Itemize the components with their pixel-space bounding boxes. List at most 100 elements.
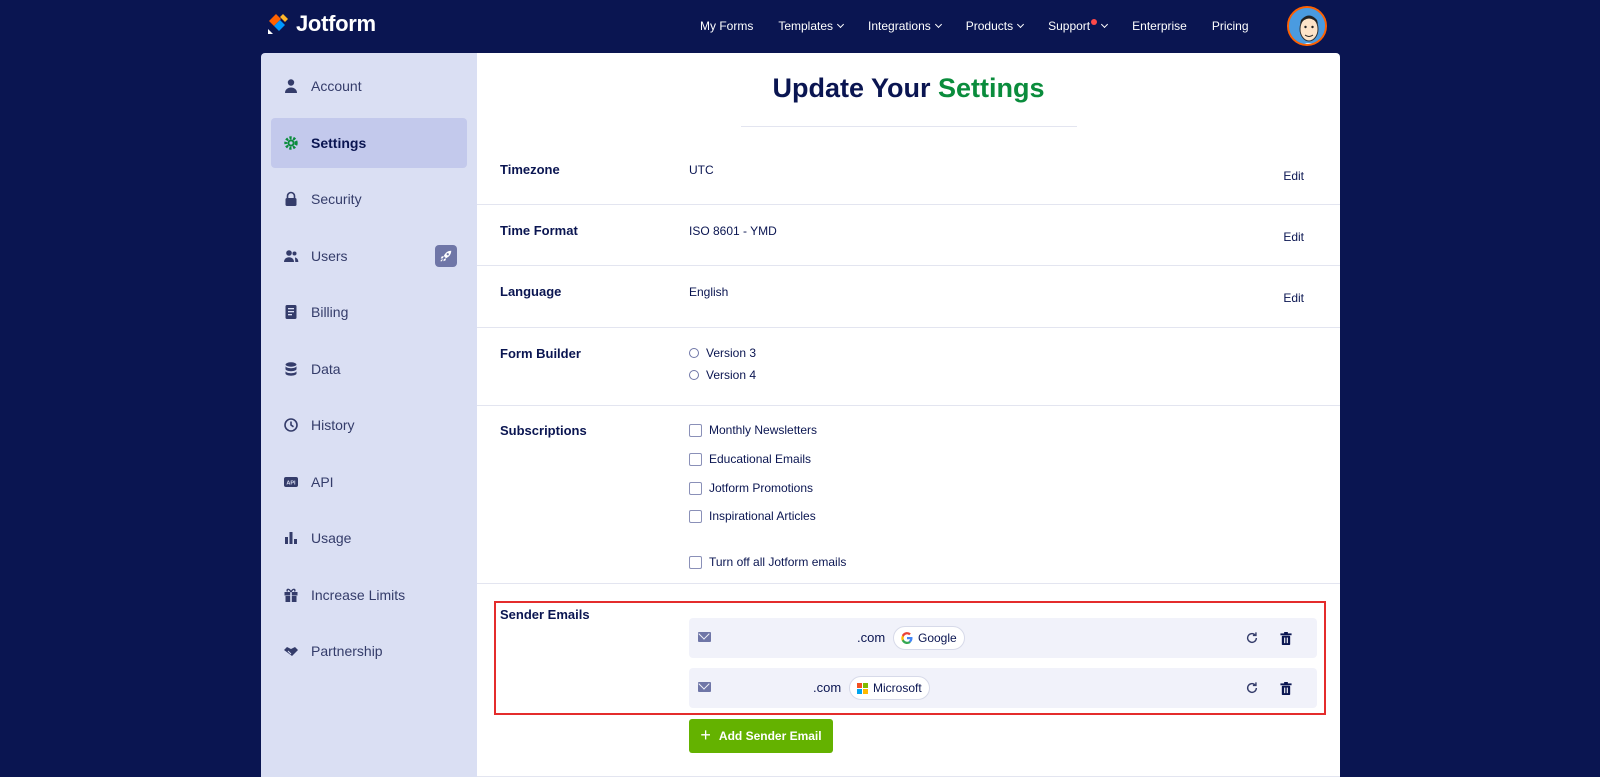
radio-button[interactable] <box>689 370 699 380</box>
nav-label: Pricing <box>1211 19 1249 33</box>
sidebar-item-account[interactable]: Account <box>271 61 467 111</box>
checkbox[interactable] <box>689 423 702 437</box>
form-builder-label: Form Builder <box>500 346 581 361</box>
lock-icon <box>283 191 299 207</box>
form-builder-option-v4[interactable]: Version 4 <box>689 368 756 382</box>
language-label: Language <box>500 284 562 299</box>
chevron-down-icon <box>1101 20 1109 29</box>
svg-text:API: API <box>286 480 296 486</box>
language-row: Language English Edit <box>477 266 1340 328</box>
nav-label: My Forms <box>700 19 754 33</box>
nav-support[interactable]: Support <box>1048 19 1109 33</box>
sidebar-item-api[interactable]: API API <box>271 457 467 507</box>
sidebar-item-label: Security <box>311 191 362 207</box>
sender-email-address: .com <box>857 630 886 645</box>
provider-badge-google: Google <box>893 626 965 650</box>
add-sender-email-label: Add Sender Email <box>718 729 822 743</box>
history-icon <box>283 417 299 433</box>
nav-label: Products <box>965 19 1014 33</box>
nav-products[interactable]: Products <box>965 19 1025 33</box>
subscription-monthly-newsletters[interactable]: Monthly Newsletters <box>689 423 817 437</box>
sender-email-item-google: .com Google <box>689 618 1317 658</box>
provider-badge-microsoft: Microsoft <box>849 676 930 700</box>
sender-email-item-microsoft: .com Microsoft <box>689 668 1317 708</box>
sidebar-item-users[interactable]: Users <box>271 231 467 281</box>
main-nav: My Forms Templates Integrations Products Sup… <box>700 0 1274 52</box>
bar-chart-icon <box>283 530 299 546</box>
sidebar-item-billing[interactable]: Billing <box>271 287 467 337</box>
top-navigation: Jotform My Forms Templates Integrations Pro… <box>0 0 1600 52</box>
rocket-icon[interactable] <box>435 244 457 267</box>
database-icon <box>283 361 299 377</box>
trash-icon[interactable] <box>1277 629 1295 647</box>
trash-icon[interactable] <box>1277 679 1295 697</box>
sidebar-item-partnership[interactable]: Partnership <box>271 626 467 676</box>
checkbox[interactable] <box>689 509 702 523</box>
handshake-icon <box>283 643 299 659</box>
sidebar-item-label: Billing <box>311 304 349 320</box>
sidebar-item-settings[interactable]: Settings <box>271 117 467 168</box>
page-title-accent: Settings <box>938 73 1045 103</box>
nav-label: Integrations <box>868 19 931 33</box>
nav-templates[interactable]: Templates <box>778 19 845 33</box>
checkbox-label: Educational Emails <box>709 452 812 466</box>
refresh-icon[interactable] <box>1243 629 1261 647</box>
nav-integrations[interactable]: Integrations <box>868 19 942 33</box>
nav-my-forms[interactable]: My Forms <box>700 19 753 33</box>
sidebar-item-increase-limits[interactable]: Increase Limits <box>271 570 467 620</box>
jotform-logo[interactable]: Jotform <box>266 11 376 37</box>
sidebar-item-label: Usage <box>311 530 352 546</box>
logo-text: Jotform <box>296 11 376 36</box>
checkbox-label: Jotform Promotions <box>709 481 814 495</box>
chevron-down-icon <box>836 20 845 29</box>
title-divider <box>741 126 1077 127</box>
form-builder-option-v3[interactable]: Version 3 <box>689 346 756 360</box>
nav-enterprise[interactable]: Enterprise <box>1132 19 1187 33</box>
nav-pricing[interactable]: Pricing <box>1212 19 1249 33</box>
sidebar-item-data[interactable]: Data <box>271 344 467 394</box>
sidebar-item-security[interactable]: Security <box>271 174 467 224</box>
add-sender-email-button[interactable]: + Add Sender Email <box>689 719 833 753</box>
billing-icon <box>283 304 299 320</box>
subscription-educational-emails[interactable]: Educational Emails <box>689 452 811 466</box>
subscription-jotform-promotions[interactable]: Jotform Promotions <box>689 481 813 495</box>
sidebar-item-label: Increase Limits <box>311 586 406 603</box>
timezone-edit-button[interactable]: Edit <box>1283 169 1304 183</box>
sender-email-address: .com <box>813 680 842 695</box>
time-format-row: Time Format ISO 8601 - YMD Edit <box>477 205 1340 266</box>
time-format-edit-button[interactable]: Edit <box>1283 230 1304 244</box>
sidebar-item-label: API <box>311 473 334 490</box>
envelope-icon <box>698 632 711 642</box>
checkbox[interactable] <box>689 481 702 495</box>
nav-label: Support <box>1048 19 1091 33</box>
page-title-prefix: Update Your <box>772 73 931 103</box>
users-icon <box>283 248 299 264</box>
refresh-icon[interactable] <box>1243 679 1261 697</box>
checkbox[interactable] <box>689 555 702 569</box>
subscription-inspirational-articles[interactable]: Inspirational Articles <box>689 509 816 523</box>
sidebar-item-usage[interactable]: Usage <box>271 513 467 563</box>
envelope-icon <box>698 682 711 692</box>
sidebar-item-history[interactable]: History <box>271 400 467 450</box>
sidebar-item-label: Account <box>311 78 362 94</box>
subscription-turn-off-all[interactable]: Turn off all Jotform emails <box>689 555 846 569</box>
settings-panel: Update Your Settings Timezone UTC Edit T… <box>477 53 1340 777</box>
sidebar-item-label: History <box>311 417 355 433</box>
timezone-value: UTC <box>689 163 714 177</box>
sidebar-item-label: Users <box>311 247 348 264</box>
plus-icon: + <box>700 725 711 745</box>
radio-button[interactable] <box>689 348 699 358</box>
language-edit-button[interactable]: Edit <box>1283 291 1304 305</box>
radio-label: Version 3 <box>706 346 757 360</box>
settings-sidebar: Account Settings Security Users Billing Data H… <box>261 53 477 777</box>
user-avatar[interactable] <box>1287 6 1327 46</box>
checkbox[interactable] <box>689 452 702 466</box>
gear-icon <box>283 135 299 151</box>
time-format-label: Time Format <box>500 223 578 238</box>
timezone-label: Timezone <box>500 162 560 177</box>
api-icon: API <box>283 474 299 490</box>
jotform-logo-icon <box>268 14 288 34</box>
time-format-value: ISO 8601 - YMD <box>689 224 777 238</box>
radio-label: Version 4 <box>706 368 757 382</box>
subscriptions-row: Subscriptions Monthly Newsletters Educat… <box>477 406 1340 584</box>
